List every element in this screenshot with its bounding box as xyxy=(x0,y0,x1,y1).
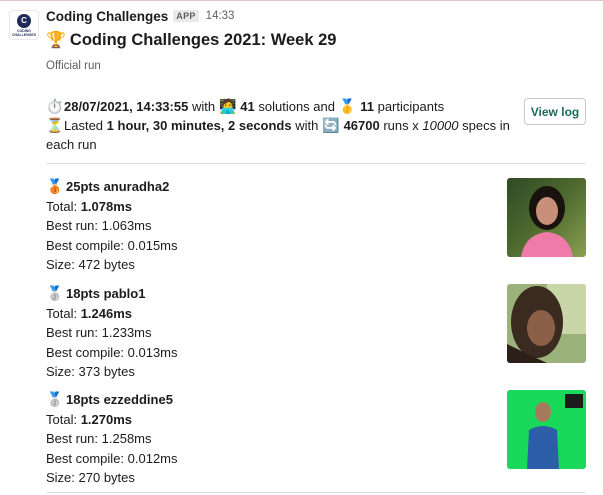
hourglass-icon: ⏳ xyxy=(46,117,64,133)
app-avatar[interactable]: C CODING CHALLENGES xyxy=(9,10,39,40)
message-title: 🏆 Coding Challenges 2021: Week 29 xyxy=(46,30,336,50)
solutions-count: 41 xyxy=(240,99,255,114)
view-log-button[interactable]: View log xyxy=(524,98,586,125)
app-logo-text: CODING CHALLENGES xyxy=(11,28,37,37)
entry-best-run: Best run: 1.063ms xyxy=(46,218,152,233)
gold-medal-icon: 🥇 xyxy=(338,98,357,114)
silver-medal-icon: 🥈 xyxy=(46,391,64,407)
technologist-icon: 🧑‍💻 xyxy=(218,98,237,114)
app-logo-icon: C xyxy=(17,13,31,28)
leaderboard-entry-3: 🥈 18pts ezzeddine5 Total: 1.270ms Best r… xyxy=(46,390,586,488)
run-summary: ⏱️28/07/2021, 14:33:55 with 🧑‍💻 41 solut… xyxy=(46,98,510,152)
run-datetime: 28/07/2021, 14:33:55 xyxy=(64,99,189,114)
specs-count: 10000 xyxy=(422,118,459,133)
entry-name-line: 🥈 18pts pablo1 xyxy=(46,284,586,304)
entry-best-compile: Best compile: 0.013ms xyxy=(46,344,178,360)
leaderboard-entry-2: 🥈 18pts pablo1 Total: 1.246ms Best run: … xyxy=(46,284,586,382)
divider xyxy=(46,492,586,493)
message-timestamp[interactable]: 14:33 xyxy=(206,10,235,22)
bronze-medal-icon: 🥉 xyxy=(46,178,64,194)
top-border xyxy=(0,0,603,4)
silver-medal-icon: 🥈 xyxy=(46,285,64,301)
message-title-text: Coding Challenges 2021: Week 29 xyxy=(69,30,337,49)
entry-total: Total: 1.078ms xyxy=(46,198,133,214)
entry-size: Size: 270 bytes xyxy=(46,470,135,485)
run-duration: 1 hour, 30 minutes, 2 seconds xyxy=(106,118,292,133)
leaderboard-entry-1: 🥉 25pts anuradha2 Total: 1.078ms Best ru… xyxy=(46,177,586,275)
entry-points-name: 18pts ezzeddine5 xyxy=(66,392,173,407)
app-badge: APP xyxy=(173,10,199,22)
divider xyxy=(46,163,586,164)
runs-count: 46700 xyxy=(343,118,380,133)
user-photo[interactable] xyxy=(507,390,586,469)
entry-points-name: 18pts pablo1 xyxy=(66,286,146,301)
participants-count: 11 xyxy=(360,99,374,114)
entry-best-run: Best run: 1.258ms xyxy=(46,431,152,446)
entry-total: Total: 1.270ms xyxy=(46,411,133,427)
entry-best-compile: Best compile: 0.015ms xyxy=(46,237,178,253)
entry-best-compile: Best compile: 0.012ms xyxy=(46,450,178,466)
repeat-icon: 🔄 xyxy=(322,117,340,133)
stopwatch-icon: ⏱️ xyxy=(46,98,64,114)
message-header: Coding Challenges APP 14:33 xyxy=(46,7,234,25)
message-subtitle: Official run xyxy=(46,60,101,72)
entry-name-line: 🥉 25pts anuradha2 xyxy=(46,177,586,197)
user-photo[interactable] xyxy=(507,178,586,257)
entry-size: Size: 472 bytes xyxy=(46,257,135,272)
entry-best-run: Best run: 1.233ms xyxy=(46,325,152,340)
entry-size: Size: 373 bytes xyxy=(46,364,135,379)
entry-name-line: 🥈 18pts ezzeddine5 xyxy=(46,390,586,410)
entry-points-name: 25pts anuradha2 xyxy=(66,179,170,194)
user-photo[interactable] xyxy=(507,284,586,363)
trophy-icon: 🏆 xyxy=(46,32,66,49)
sender-name[interactable]: Coding Challenges xyxy=(46,9,168,24)
entry-total: Total: 1.246ms xyxy=(46,305,133,321)
